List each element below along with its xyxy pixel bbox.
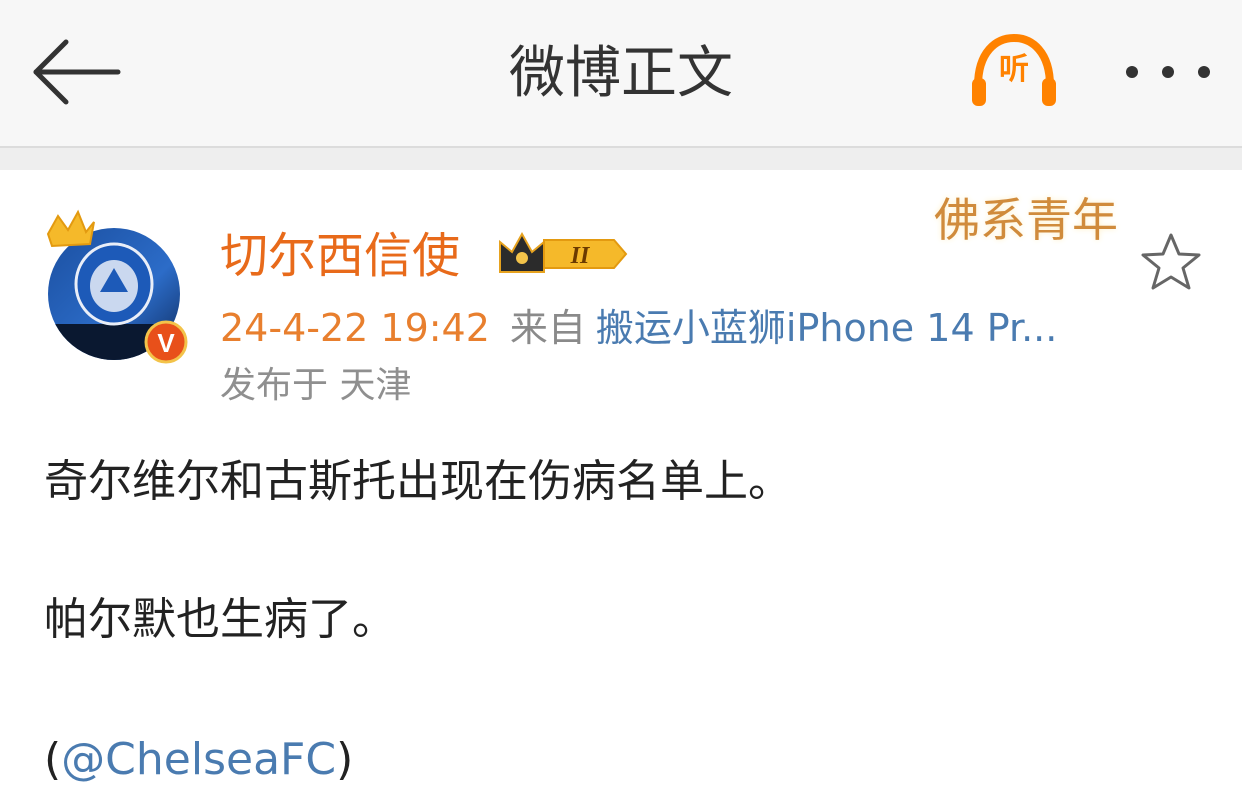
mention-open-paren: ( xyxy=(44,734,62,785)
author-name[interactable]: 切尔西信使 xyxy=(220,226,460,286)
star-outline-icon xyxy=(1141,233,1201,290)
more-dots-icon xyxy=(1126,66,1210,78)
from-label: 来自 xyxy=(509,306,586,350)
top-nav-bar: 微博正文 听 xyxy=(0,0,1242,146)
post-paragraph: 帕尔默也生病了。 xyxy=(44,594,396,645)
post-time: 24-4-22 19:42 xyxy=(220,306,490,350)
section-gap xyxy=(0,148,1242,170)
profile-decoration: 佛系青年 xyxy=(904,174,1154,274)
post-card: V 切尔西信使 II 佛系青年 24-4-22 19:42 来自 搬运小蓝狮iPho… xyxy=(0,170,1242,796)
svg-text:II: II xyxy=(570,243,591,269)
mention-link[interactable]: @ChelseaFC xyxy=(61,734,336,785)
member-badge[interactable]: II xyxy=(494,228,630,280)
favorite-button[interactable] xyxy=(1138,230,1204,296)
post-source[interactable]: 搬运小蓝狮iPhone 14 Pr... xyxy=(596,306,1057,350)
listen-label: 听 xyxy=(999,52,1029,87)
svg-text:V: V xyxy=(157,328,175,358)
decoration-text: 佛系青年 xyxy=(934,193,1118,247)
crown-icon xyxy=(46,209,95,248)
listen-button[interactable]: 听 xyxy=(966,30,1062,114)
post-mention-line: (@ChelseaFC) xyxy=(44,730,353,790)
mention-close-paren: ) xyxy=(336,734,354,785)
post-location: 发布于 天津 xyxy=(220,365,412,406)
avatar[interactable]: V xyxy=(34,196,194,366)
verified-v-icon: V xyxy=(144,320,188,364)
more-options-button[interactable] xyxy=(1118,52,1218,92)
member-crown-icon: II xyxy=(499,231,628,273)
avatar-image: V xyxy=(46,209,188,364)
post-paragraph: 奇尔维尔和古斯托出现在伤病名单上。 xyxy=(44,456,792,507)
post-meta: 24-4-22 19:42 来自 搬运小蓝狮iPhone 14 Pr... xyxy=(220,300,1057,356)
